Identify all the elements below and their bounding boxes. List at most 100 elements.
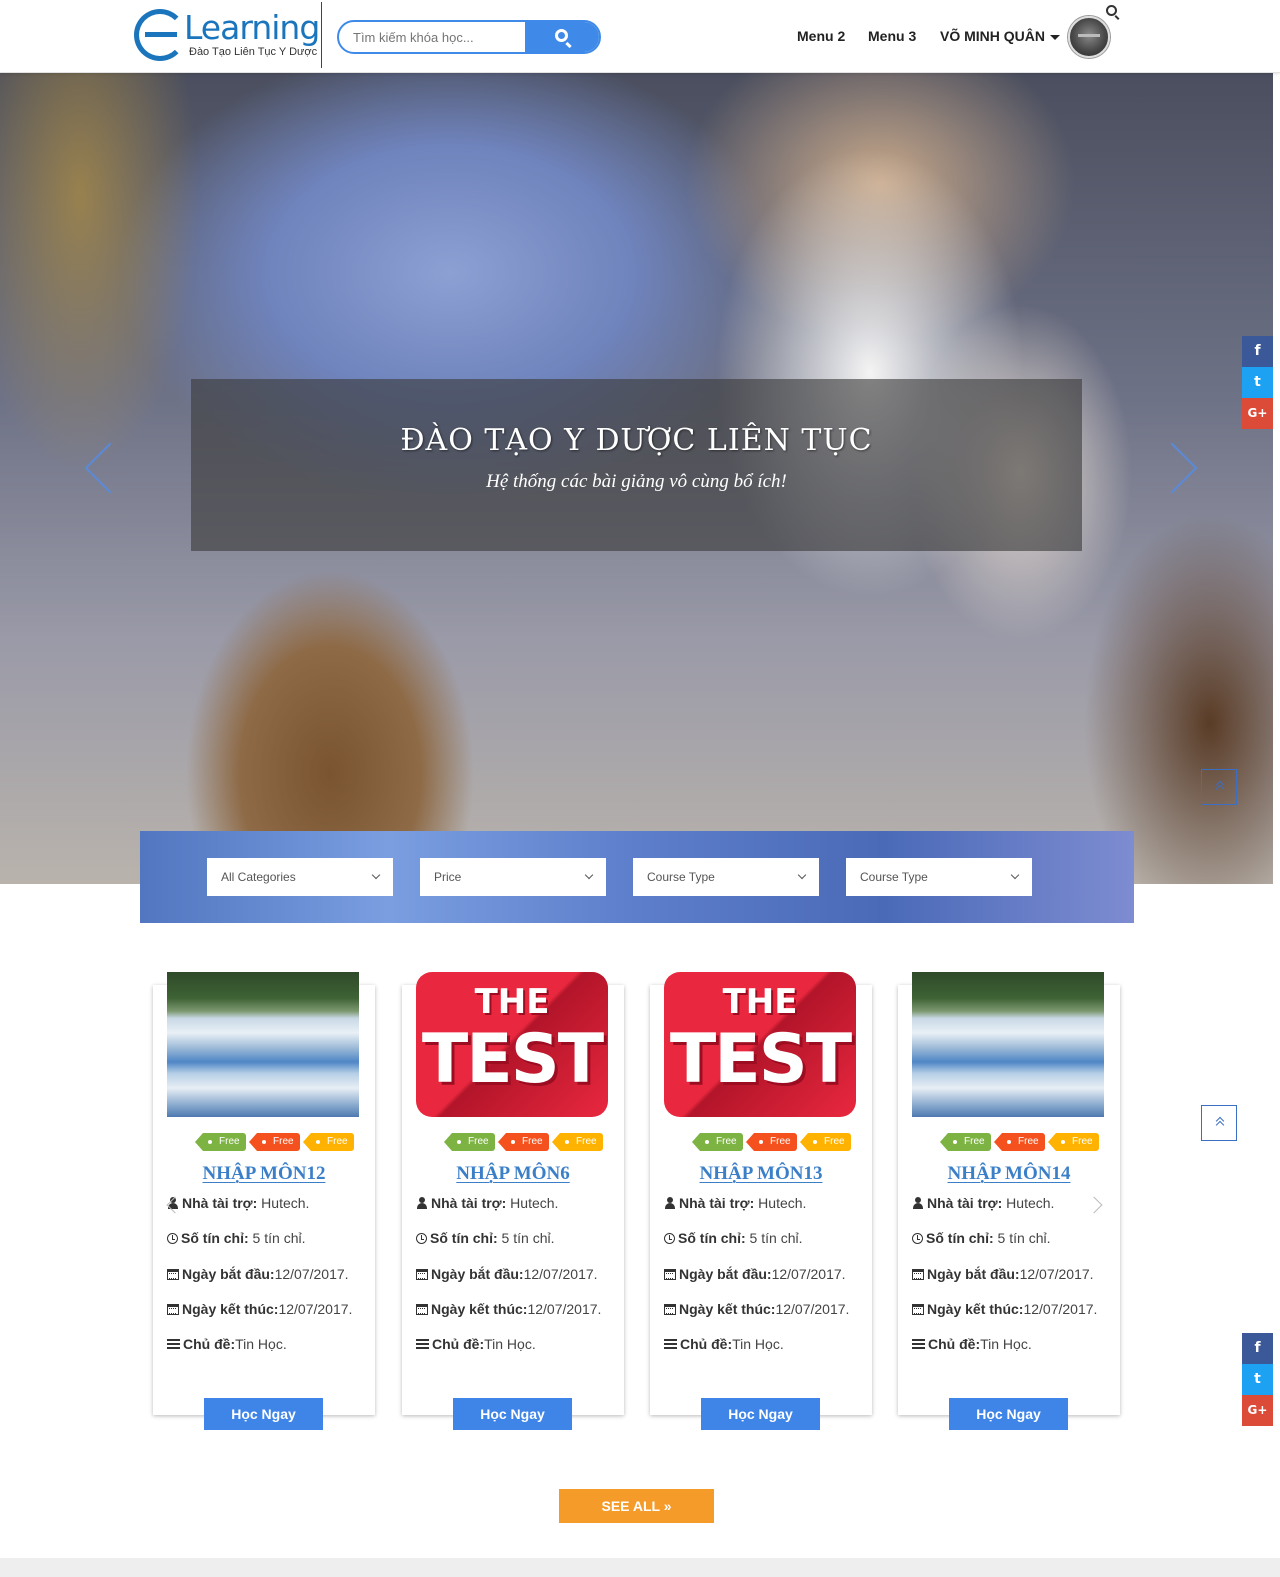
calendar-icon <box>416 1269 428 1280</box>
logo-subtitle: Đào Tạo Liên Tục Y Dược <box>189 46 318 58</box>
course-start-date: Ngày bắt đầu:12/07/2017. <box>167 1266 349 1282</box>
price-tag: Free <box>498 1133 549 1151</box>
filter-price[interactable]: Price <box>420 858 606 896</box>
course-thumbnail[interactable]: THE TEST <box>664 972 856 1117</box>
thumb-text-the: THE <box>722 982 798 1022</box>
hero-caption: ĐÀO TẠO Y DƯỢC LIÊN TỤC Hệ thống các bài… <box>191 379 1082 551</box>
course-title[interactable]: NHẬP MÔN6 <box>402 1163 624 1185</box>
learn-now-button[interactable]: Học Ngay <box>949 1398 1068 1430</box>
user-icon <box>912 1197 924 1209</box>
calendar-icon <box>912 1269 924 1280</box>
course-start-date: Ngày bắt đầu:12/07/2017. <box>416 1266 598 1282</box>
course-end-date: Ngày kết thúc:12/07/2017. <box>167 1301 352 1317</box>
course-card: THE TEST Free Free Free NHẬP MÔN13 Nhà t… <box>650 972 872 1430</box>
course-title[interactable]: NHẬP MÔN13 <box>650 1163 872 1185</box>
search-input[interactable] <box>339 22 525 52</box>
twitter-icon[interactable]: t <box>1242 367 1273 398</box>
clock-icon <box>664 1233 675 1244</box>
course-credits: Số tín chỉ: 5 tín chỉ. <box>167 1230 305 1246</box>
google-plus-icon[interactable]: G+ <box>1242 1395 1273 1426</box>
facebook-icon[interactable]: f <box>1242 1333 1273 1364</box>
course-tags: Free Free Free <box>692 1133 870 1153</box>
filter-categories-label: All Categories <box>221 870 296 884</box>
logo-divider <box>321 2 322 68</box>
course-topic: Chủ đề:Tin Học. <box>416 1336 536 1352</box>
learn-now-button[interactable]: Học Ngay <box>453 1398 572 1430</box>
slider-next-icon[interactable] <box>1160 438 1200 498</box>
calendar-icon <box>167 1269 179 1280</box>
course-thumbnail[interactable]: THE TEST <box>416 972 608 1117</box>
carousel-prev-icon[interactable] <box>163 1195 183 1215</box>
learn-now-button[interactable]: Học Ngay <box>204 1398 323 1430</box>
user-menu[interactable]: VÕ MINH QUÂN <box>940 28 1045 44</box>
course-card: Free Free Free NHẬP MÔN12 Nhà tài trợ: H… <box>153 972 375 1430</box>
logo-e-icon <box>134 9 186 61</box>
site-logo[interactable]: Learning Đào Tạo Liên Tục Y Dược <box>134 6 324 68</box>
learn-now-button[interactable]: Học Ngay <box>701 1398 820 1430</box>
course-sponsor: Nhà tài trợ: Hutech. <box>912 1195 1054 1211</box>
back-to-top-button[interactable] <box>1201 769 1237 805</box>
filter-course-type-2[interactable]: Course Type <box>846 858 1032 896</box>
course-tags: Free Free Free <box>940 1133 1118 1153</box>
clock-icon <box>416 1233 427 1244</box>
search-toggle-icon[interactable] <box>1106 5 1117 16</box>
google-plus-icon[interactable]: G+ <box>1242 398 1273 429</box>
search-button[interactable] <box>525 22 599 52</box>
course-end-date: Ngày kết thúc:12/07/2017. <box>912 1301 1097 1317</box>
course-sponsor: Nhà tài trợ: Hutech. <box>416 1195 558 1211</box>
filter-course-type[interactable]: Course Type <box>633 858 819 896</box>
course-thumbnail[interactable] <box>167 972 359 1117</box>
course-sponsor: Nhà tài trợ: Hutech. <box>664 1195 806 1211</box>
carousel-next-icon[interactable] <box>1088 1195 1108 1215</box>
back-to-top-button-2[interactable] <box>1201 1105 1237 1141</box>
calendar-icon <box>912 1304 924 1315</box>
clock-icon <box>167 1233 178 1244</box>
clock-icon <box>912 1233 923 1244</box>
course-tags: Free Free Free <box>195 1133 373 1153</box>
course-sponsor: Nhà tài trợ: Hutech. <box>167 1195 309 1211</box>
course-card: Free Free Free NHẬP MÔN14 Nhà tài trợ: H… <box>898 972 1120 1430</box>
course-credits: Số tín chỉ: 5 tín chỉ. <box>912 1230 1050 1246</box>
filter-price-label: Price <box>434 870 462 884</box>
see-all-button[interactable]: SEE ALL » <box>559 1489 714 1523</box>
course-start-date: Ngày bắt đầu:12/07/2017. <box>912 1266 1094 1282</box>
caret-down-icon[interactable] <box>1050 35 1060 40</box>
course-end-date: Ngày kết thúc:12/07/2017. <box>416 1301 601 1317</box>
list-icon <box>167 1339 180 1350</box>
user-icon <box>664 1197 676 1209</box>
twitter-icon[interactable]: t <box>1242 1364 1273 1395</box>
price-tag: Free <box>940 1133 991 1151</box>
price-tag: Free <box>303 1133 354 1151</box>
social-share-bar: f t G+ <box>1242 336 1273 429</box>
list-icon <box>416 1339 429 1350</box>
chevron-down-icon <box>584 870 594 880</box>
calendar-icon <box>664 1304 676 1315</box>
thumb-text-the: THE <box>474 982 550 1022</box>
footer-strip <box>0 1558 1280 1577</box>
nav-menu-2[interactable]: Menu 2 <box>797 28 845 44</box>
filter-categories[interactable]: All Categories <box>207 858 393 896</box>
course-thumbnail[interactable] <box>912 972 1104 1117</box>
calendar-icon <box>167 1304 179 1315</box>
course-title[interactable]: NHẬP MÔN14 <box>898 1163 1120 1185</box>
filter-course-type-label: Course Type <box>647 870 715 884</box>
thumb-text-test: TEST <box>669 1020 852 1099</box>
nav-menu-3[interactable]: Menu 3 <box>868 28 916 44</box>
course-card: THE TEST Free Free Free NHẬP MÔN6 Nhà tà… <box>402 972 624 1430</box>
course-title[interactable]: NHẬP MÔN12 <box>153 1163 375 1185</box>
facebook-icon[interactable]: f <box>1242 336 1273 367</box>
calendar-icon <box>416 1304 428 1315</box>
avatar[interactable] <box>1068 16 1110 58</box>
user-icon <box>416 1197 428 1209</box>
hero-title: ĐÀO TẠO Y DƯỢC LIÊN TỤC <box>400 423 873 458</box>
filter-bar: All Categories Price Course Type Course … <box>140 831 1134 923</box>
social-share-bar-2: f t G+ <box>1242 1333 1273 1426</box>
price-tag: Free <box>444 1133 495 1151</box>
header: Learning Đào Tạo Liên Tục Y Dược Menu 2 … <box>0 0 1280 73</box>
course-end-date: Ngày kết thúc:12/07/2017. <box>664 1301 849 1317</box>
filter-course-type-2-label: Course Type <box>860 870 928 884</box>
price-tag: Free <box>994 1133 1045 1151</box>
slider-prev-icon[interactable] <box>80 438 120 498</box>
chevron-down-icon <box>797 870 807 880</box>
page: Learning Đào Tạo Liên Tục Y Dược Menu 2 … <box>0 0 1280 1577</box>
